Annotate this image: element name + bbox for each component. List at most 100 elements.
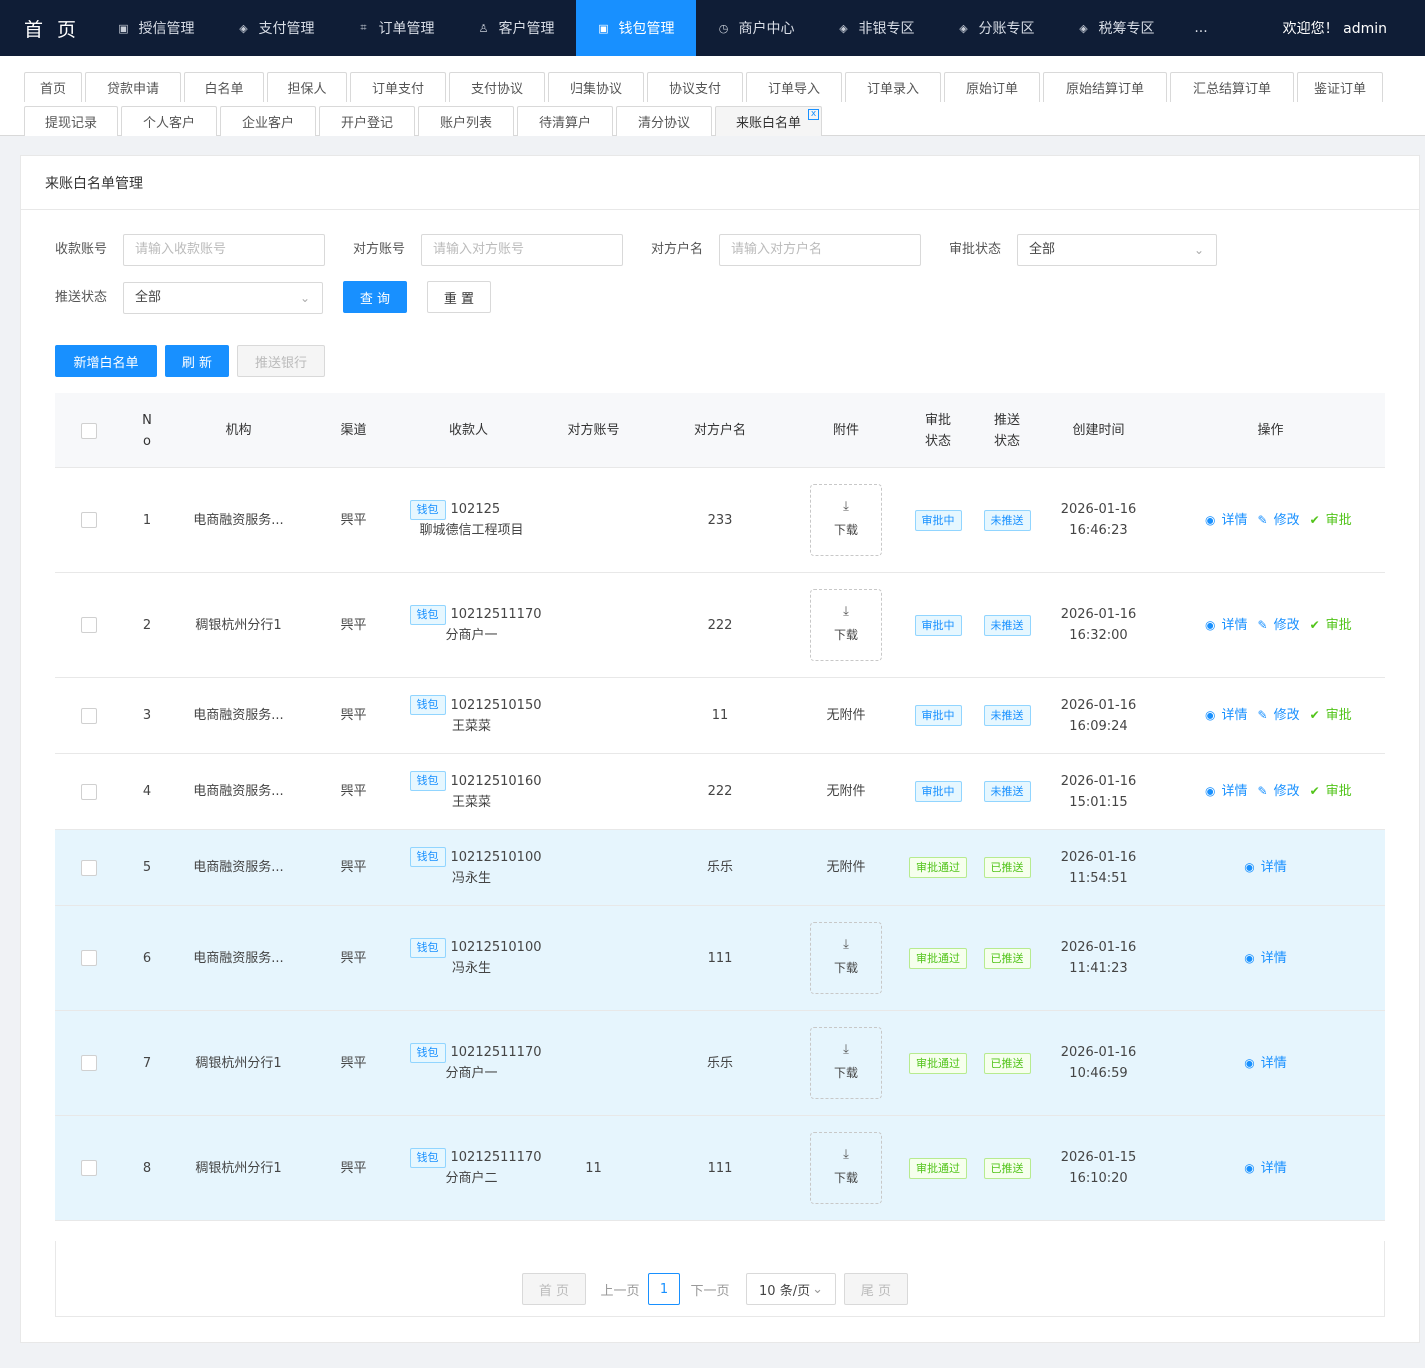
- row-no: 2: [123, 573, 171, 677]
- row-created-time: 2026-01-16 16:46:23: [1041, 468, 1156, 572]
- approve-link[interactable]: ✔ 审批: [1310, 615, 1352, 636]
- tab-label: 订单支付: [371, 82, 424, 97]
- next-page-link[interactable]: 下一页: [686, 1273, 734, 1305]
- refresh-button[interactable]: 刷 新: [165, 345, 229, 377]
- tab-item[interactable]: 担保人: [267, 72, 347, 102]
- edit-label: 修改: [1273, 512, 1300, 528]
- close-icon[interactable]: x: [808, 109, 819, 120]
- row-no-value: 6: [142, 950, 152, 966]
- top-nav-item[interactable]: ◈ 支付管理: [216, 0, 336, 56]
- approve-link[interactable]: ✔ 审批: [1310, 781, 1352, 802]
- reset-button[interactable]: 重 置: [427, 281, 491, 313]
- edit-link[interactable]: ✎ 修改: [1258, 781, 1300, 802]
- tab-item[interactable]: 清分协议: [616, 106, 712, 136]
- row-operations: ◉ 详情: [1156, 906, 1385, 1010]
- download-label: 下载: [833, 522, 858, 537]
- top-nav-item[interactable]: ⌗ 订单管理: [336, 0, 456, 56]
- detail-link[interactable]: ◉ 详情: [1205, 615, 1248, 636]
- top-nav-more[interactable]: ...: [1176, 0, 1226, 56]
- tab-item[interactable]: 企业客户: [220, 106, 316, 136]
- tab-item[interactable]: 订单支付: [350, 72, 446, 102]
- tab-item[interactable]: 协议支付: [647, 72, 743, 102]
- tab-item[interactable]: 贷款申请: [85, 72, 181, 102]
- tab-item[interactable]: 汇总结算订单: [1170, 72, 1294, 102]
- detail-link[interactable]: ◉ 详情: [1244, 1053, 1287, 1074]
- add-whitelist-button[interactable]: 新增白名单: [55, 345, 157, 377]
- eye-icon: ◉: [1244, 950, 1255, 965]
- detail-link[interactable]: ◉ 详情: [1244, 857, 1287, 878]
- welcome-user: 欢迎您！ admin: [1282, 21, 1387, 37]
- header-operations: 操作: [1156, 393, 1385, 468]
- top-nav-item[interactable]: ◈ 非银专区: [816, 0, 936, 56]
- tab-item[interactable]: 支付协议: [449, 72, 545, 102]
- tab-item[interactable]: 原始订单: [944, 72, 1040, 102]
- row-checkbox[interactable]: [81, 1055, 97, 1071]
- row-checkbox[interactable]: [81, 617, 97, 633]
- tab-item[interactable]: 提现记录: [24, 106, 118, 136]
- approve-link[interactable]: ✔ 审批: [1310, 705, 1352, 726]
- brand-home[interactable]: 首 页: [0, 15, 96, 42]
- tab-item[interactable]: 来账白名单 x: [715, 106, 822, 136]
- edit-link[interactable]: ✎ 修改: [1258, 510, 1300, 531]
- row-checkbox[interactable]: [81, 950, 97, 966]
- edit-link[interactable]: ✎ 修改: [1258, 705, 1300, 726]
- query-button[interactable]: 查 询: [343, 281, 407, 313]
- page-size-select[interactable]: 10 条/页 ⌄: [746, 1273, 836, 1305]
- approval-status-select[interactable]: 全部 ⌄: [1017, 234, 1217, 266]
- row-checkbox[interactable]: [81, 1160, 97, 1176]
- page-1-button[interactable]: 1: [648, 1273, 680, 1305]
- download-attachment-button[interactable]: ⤓ 下载: [810, 922, 882, 994]
- row-checkbox[interactable]: [81, 512, 97, 528]
- detail-link[interactable]: ◉ 详情: [1205, 510, 1248, 531]
- detail-link[interactable]: ◉ 详情: [1205, 781, 1248, 802]
- detail-link[interactable]: ◉ 详情: [1244, 948, 1287, 969]
- download-attachment-button[interactable]: ⤓ 下载: [810, 484, 882, 556]
- created-datetime: 2026-01-16 15:01:15: [1061, 771, 1137, 813]
- row-checkbox[interactable]: [81, 783, 97, 800]
- tab-item[interactable]: 归集协议: [548, 72, 644, 102]
- tab-item[interactable]: 原始结算订单: [1043, 72, 1167, 102]
- detail-link[interactable]: ◉ 详情: [1244, 1158, 1287, 1179]
- download-attachment-button[interactable]: ⤓ 下载: [810, 1132, 882, 1204]
- tab-item[interactable]: 开户登记: [319, 106, 415, 136]
- download-icon: ⤓: [843, 1041, 849, 1057]
- row-channel-value: 巺平: [340, 617, 367, 633]
- tab-item[interactable]: 账户列表: [418, 106, 514, 136]
- push-status-label: 推送状态: [55, 290, 108, 305]
- account-input[interactable]: 请输入收款账号: [123, 234, 325, 266]
- prev-page-link[interactable]: 上一页: [596, 1273, 644, 1305]
- header-label: 对方户名: [693, 423, 746, 438]
- table-row: 5 电商融资服务... 巺平 钱包 10212510100 冯永生 乐乐 无附件 审批通过 已推送…: [55, 830, 1385, 906]
- top-nav-item[interactable]: ▣ 授信管理: [96, 0, 216, 56]
- approve-link[interactable]: ✔ 审批: [1310, 510, 1352, 531]
- tab-item[interactable]: 待清算户: [517, 106, 613, 136]
- detail-link[interactable]: ◉ 详情: [1205, 705, 1248, 726]
- row-checkbox[interactable]: [81, 859, 97, 876]
- download-attachment-button[interactable]: ⤓ 下载: [810, 589, 882, 661]
- tab-label: 支付协议: [470, 82, 523, 97]
- edit-link[interactable]: ✎ 修改: [1258, 615, 1300, 636]
- push-bank-button[interactable]: 推送银行: [237, 345, 325, 377]
- tab-item[interactable]: 订单导入: [746, 72, 842, 102]
- counter-name-input[interactable]: 请输入对方户名: [719, 234, 921, 266]
- top-nav-item[interactable]: ♙ 客户管理: [456, 0, 576, 56]
- push-status-select[interactable]: 全部 ⌄: [123, 282, 323, 314]
- top-nav-item[interactable]: ◈ 分账专区: [936, 0, 1056, 56]
- tab-item[interactable]: 鉴证订单: [1297, 72, 1383, 102]
- shield-icon: ◈: [1079, 21, 1088, 35]
- first-page-button[interactable]: 首 页: [522, 1273, 586, 1305]
- top-nav-item[interactable]: ◷ 商户中心: [696, 0, 816, 56]
- tab-item[interactable]: 白名单: [184, 72, 264, 102]
- download-attachment-button[interactable]: ⤓ 下载: [810, 1027, 882, 1099]
- last-page-button[interactable]: 尾 页: [844, 1273, 908, 1305]
- tab-item[interactable]: 首页: [24, 72, 82, 102]
- top-nav-item[interactable]: ▣ 钱包管理: [576, 0, 696, 56]
- select-all-checkbox[interactable]: [81, 422, 97, 439]
- top-nav-item[interactable]: ◈ 税筹专区: [1056, 0, 1176, 56]
- row-checkbox[interactable]: [81, 707, 97, 724]
- tab-item[interactable]: 个人客户: [121, 106, 217, 136]
- row-operations: ◉ 详情 ✎ 修改 ✔ 审批: [1156, 678, 1385, 753]
- counter-account-input[interactable]: 请输入对方账号: [421, 234, 623, 266]
- tab-item[interactable]: 订单录入: [845, 72, 941, 102]
- operations-group: ◉ 详情: [1244, 948, 1297, 969]
